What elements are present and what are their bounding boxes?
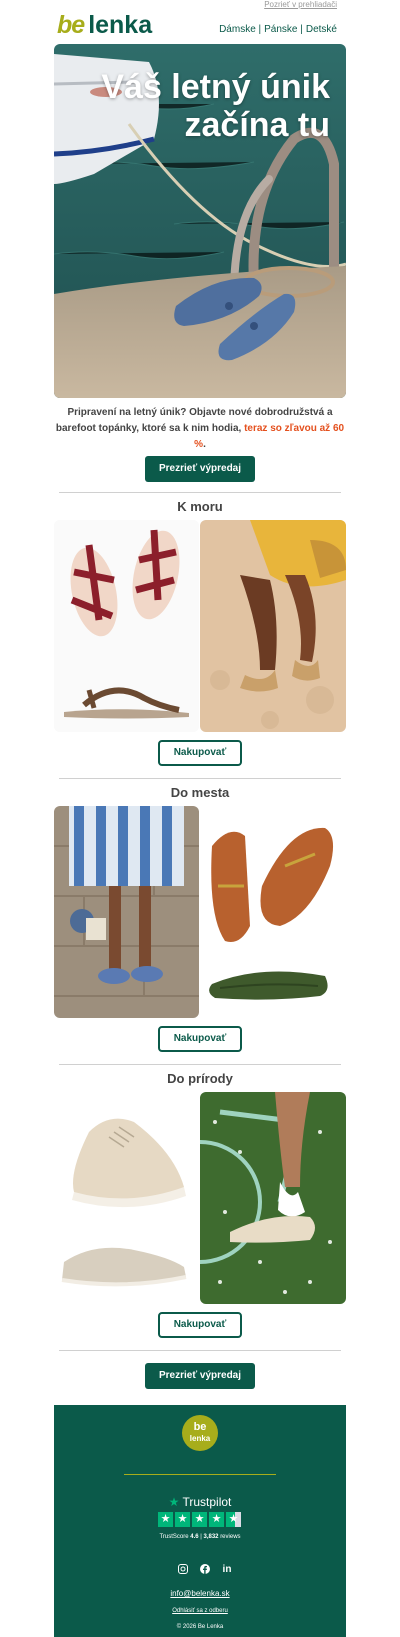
brown-loafers-image xyxy=(200,806,346,1018)
nav-link-detske[interactable]: Detské xyxy=(306,24,337,35)
hero-title: Váš letný únik začína tu xyxy=(70,68,330,144)
section-title-do-mesta: Do mesta xyxy=(170,785,230,800)
view-sale-button-top[interactable]: Prezrieť výpredaj xyxy=(145,456,255,482)
social-links: in xyxy=(172,1564,238,1576)
logo-be-text: be xyxy=(57,10,85,39)
footer-logo-be: be xyxy=(193,1421,207,1433)
nav-link-damske[interactable]: Dámske | xyxy=(219,24,261,35)
divider xyxy=(59,1350,341,1351)
hero-title-line1: Váš letný únik xyxy=(101,68,330,106)
intro-text: Pripravení na letný únik? Objavte nové d… xyxy=(54,405,346,453)
footer-divider xyxy=(124,1474,276,1475)
loafers-product-tile[interactable] xyxy=(200,806,346,1018)
unsubscribe-link[interactable]: Odhlásiť sa z odberu xyxy=(54,1608,346,1614)
footer-logo[interactable]: be lenka xyxy=(182,1415,218,1451)
striped-dress-photo xyxy=(54,806,199,1018)
red-sandals-image xyxy=(54,520,199,732)
trustscore-sep: | xyxy=(200,1534,202,1540)
divider xyxy=(59,492,341,493)
section-title-do-prirody: Do prírody xyxy=(167,1071,233,1086)
facebook-icon[interactable] xyxy=(197,1564,213,1576)
view-sale-button-bottom[interactable]: Prezrieť výpredaj xyxy=(145,1363,255,1389)
top-nav: Dámske | Pánske | Detské xyxy=(215,24,337,35)
shop-button-do-prirody[interactable]: Nakupovať xyxy=(158,1312,242,1338)
sneakers-product-tile[interactable] xyxy=(54,1092,199,1304)
intro-end: . xyxy=(203,439,206,450)
linkedin-icon[interactable]: in xyxy=(219,1564,235,1576)
trustpilot-star-icon: ★ xyxy=(168,1495,180,1509)
trustscore-label: TrustScore xyxy=(159,1534,189,1540)
footer-logo-lenka: lenka xyxy=(189,1434,211,1443)
view-in-browser-link[interactable]: Pozrieť v prehliadači xyxy=(0,0,337,9)
trustpilot-logo[interactable]: ★ Trustpilot xyxy=(54,1495,346,1509)
sandals-product-tile[interactable] xyxy=(54,520,199,732)
beach-lifestyle-tile[interactable] xyxy=(200,520,346,732)
nature-lifestyle-tile[interactable] xyxy=(200,1092,346,1304)
divider xyxy=(59,778,341,779)
star-icon: ★ xyxy=(158,1512,173,1527)
be-lenka-logo[interactable]: be lenka xyxy=(57,11,152,39)
footer: be lenka ★ Trustpilot ★ ★ ★ ★ ★ TrustSco… xyxy=(54,1405,346,1637)
section-title-k-moru: K moru xyxy=(177,499,223,514)
reviews-count: 3,832 xyxy=(203,1534,219,1540)
trustpilot-stars: ★ ★ ★ ★ ★ xyxy=(158,1512,243,1527)
trustpilot-label: Trustpilot xyxy=(182,1495,232,1509)
nav-link-panske[interactable]: Pánske | xyxy=(264,24,303,35)
city-lifestyle-tile[interactable] xyxy=(54,806,199,1018)
beige-sneakers-image xyxy=(54,1092,199,1304)
copyright-text: © 2026 Be Lenka xyxy=(176,1624,224,1630)
trustscore-value: 4.6 xyxy=(190,1534,199,1540)
shop-button-k-moru[interactable]: Nakupovať xyxy=(158,740,242,766)
star-half-icon: ★ xyxy=(226,1512,241,1527)
divider xyxy=(59,1064,341,1065)
instagram-icon[interactable] xyxy=(175,1564,191,1576)
bicycle-meadow-photo xyxy=(200,1092,346,1304)
logo-lenka-text: lenka xyxy=(88,10,153,39)
shop-button-do-mesta[interactable]: Nakupovať xyxy=(158,1026,242,1052)
email-page: Pozrieť v prehliadači be lenka Dámske | … xyxy=(0,0,400,1637)
hero-banner[interactable]: Váš letný únik začína tu xyxy=(54,44,346,398)
contact-email-link[interactable]: info@belenka.sk xyxy=(54,1589,346,1598)
reviews-label: reviews xyxy=(220,1534,241,1540)
star-icon: ★ xyxy=(192,1512,207,1527)
star-icon: ★ xyxy=(175,1512,190,1527)
beach-sandals-photo xyxy=(200,520,346,732)
star-icon: ★ xyxy=(209,1512,224,1527)
trustscore-text: TrustScore 4.6 | 3,832 reviews xyxy=(54,1534,346,1540)
hero-title-line2: začína tu xyxy=(184,106,330,144)
